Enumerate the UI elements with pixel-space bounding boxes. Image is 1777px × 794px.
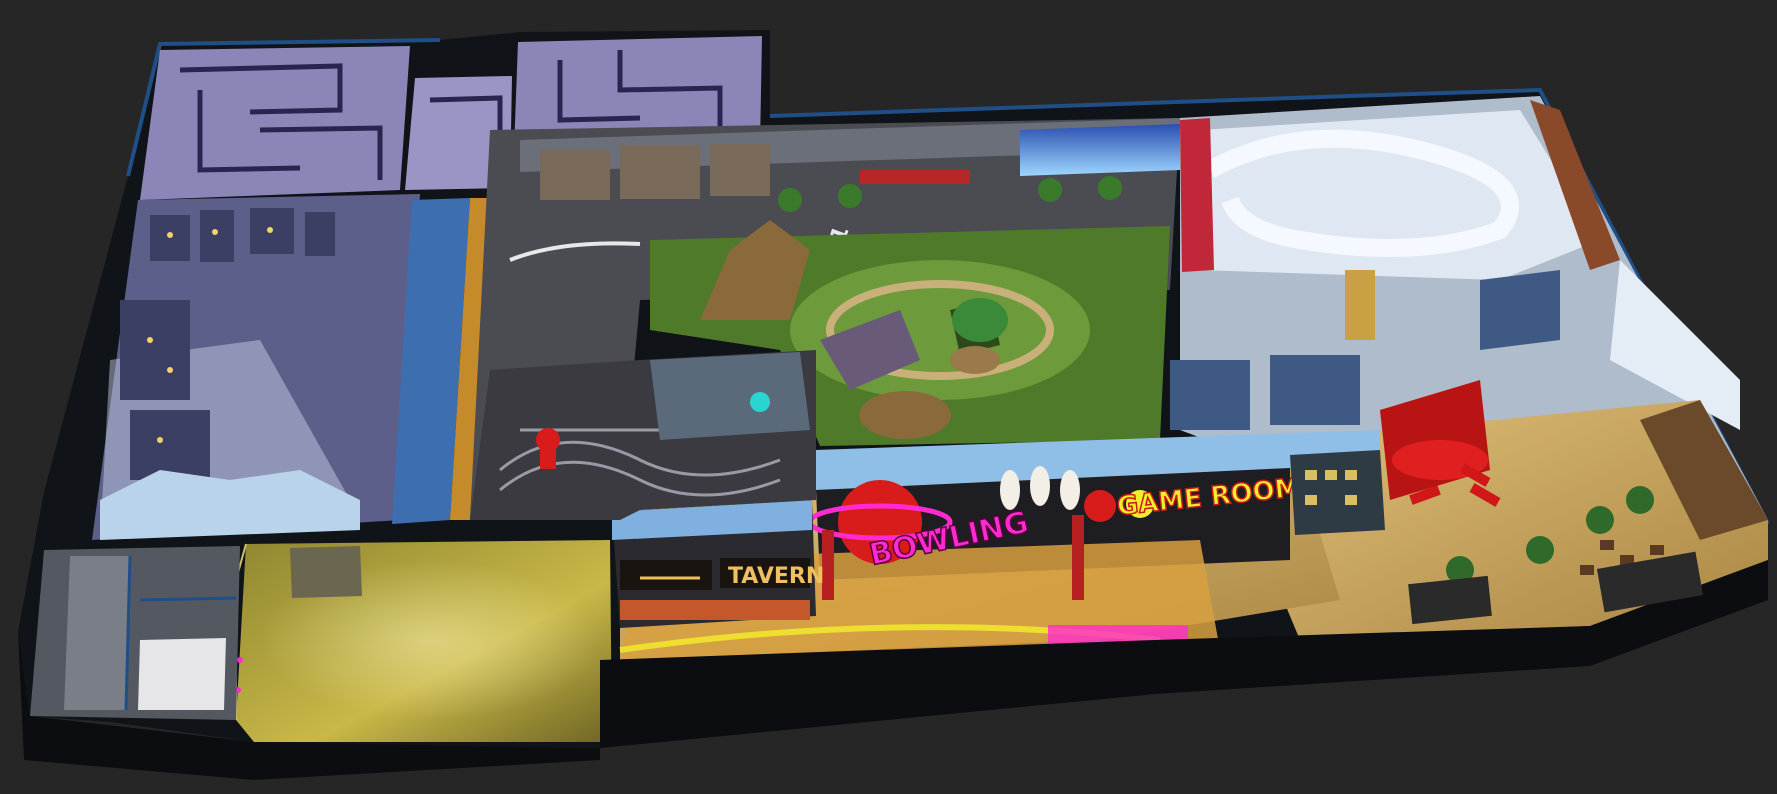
lobby-area xyxy=(235,540,612,742)
tavern: TAVERN xyxy=(612,500,824,628)
coaster-zone xyxy=(470,350,816,520)
tavern-sign: TAVERN xyxy=(728,564,824,589)
haunted-town-zone xyxy=(92,194,420,540)
arcade-building xyxy=(1290,450,1385,535)
back-office-rooms xyxy=(30,546,240,720)
entertainment-center-floorplan: NY1 xyxy=(18,30,1770,780)
